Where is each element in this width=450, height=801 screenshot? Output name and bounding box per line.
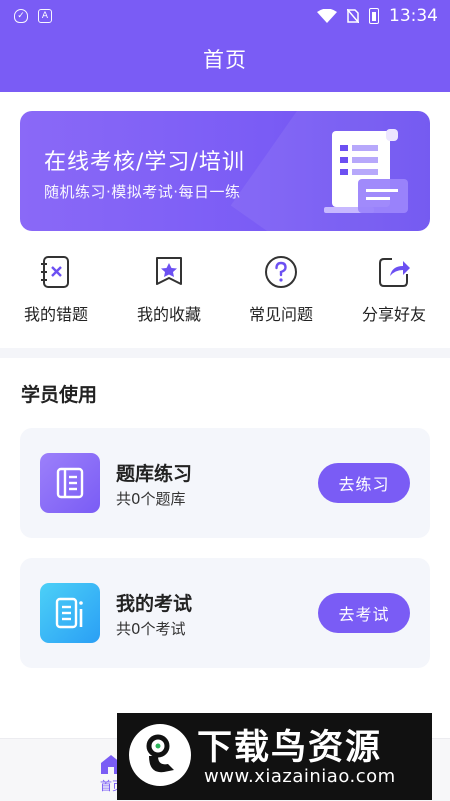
watermark-url: www.xiazainiao.com	[204, 766, 396, 787]
section-title: 学员使用	[21, 384, 98, 406]
card-subtitle: 共0个题库	[116, 490, 186, 508]
document-icon	[324, 129, 408, 213]
notebook-x-icon	[41, 256, 69, 288]
share-icon	[379, 258, 410, 287]
quick-action-favorites[interactable]: 我的收藏	[119, 254, 219, 325]
my-exams-card[interactable]: 我的考试 共0个考试 去考试	[20, 558, 430, 668]
question-circle-icon	[265, 256, 297, 288]
wifi-icon	[317, 9, 337, 23]
quick-action-label: 我的错题	[23, 305, 88, 324]
quick-action-share[interactable]: 分享好友	[344, 254, 444, 325]
quick-action-wrong-questions[interactable]: 我的错题	[6, 254, 106, 325]
practice-button[interactable]: 去练习	[318, 463, 410, 503]
quick-action-label: 常见问题	[248, 305, 313, 324]
book-icon	[40, 453, 100, 513]
watermark-title: 下载鸟资源	[197, 728, 383, 768]
exam-icon	[40, 583, 100, 643]
bird-logo-icon	[129, 724, 191, 786]
exam-button[interactable]: 去考试	[318, 593, 410, 633]
card-subtitle: 共0个考试	[116, 620, 186, 638]
battery-charging-icon	[369, 8, 379, 24]
banner-subtitle: 随机练习·模拟考试·每日一练	[44, 183, 241, 201]
a-box-icon: A	[38, 9, 52, 23]
card-title: 我的考试	[116, 593, 193, 615]
quick-action-label: 我的收藏	[136, 305, 201, 324]
quick-action-faq[interactable]: 常见问题	[231, 254, 331, 325]
status-time: 13:34	[389, 6, 438, 26]
app-header: ✓ A 13:34 首页	[0, 0, 450, 92]
shield-icon: ✓	[14, 9, 28, 23]
status-bar: ✓ A 13:34	[0, 0, 450, 32]
watermark: 下载鸟资源 www.xiazainiao.com	[117, 713, 432, 800]
quick-action-label: 分享好友	[361, 305, 426, 324]
bookmark-star-icon	[156, 257, 182, 285]
no-sim-icon	[347, 9, 359, 23]
card-title: 题库练习	[116, 463, 193, 485]
section-divider	[0, 348, 450, 358]
page-title: 首页	[203, 48, 247, 72]
question-bank-card[interactable]: 题库练习 共0个题库 去练习	[20, 428, 430, 538]
promo-banner[interactable]: 在线考核/学习/培训 随机练习·模拟考试·每日一练	[20, 111, 430, 231]
banner-title: 在线考核/学习/培训	[44, 150, 245, 175]
quick-actions: 我的错题 我的收藏 常见问题 分享好友	[0, 254, 450, 334]
